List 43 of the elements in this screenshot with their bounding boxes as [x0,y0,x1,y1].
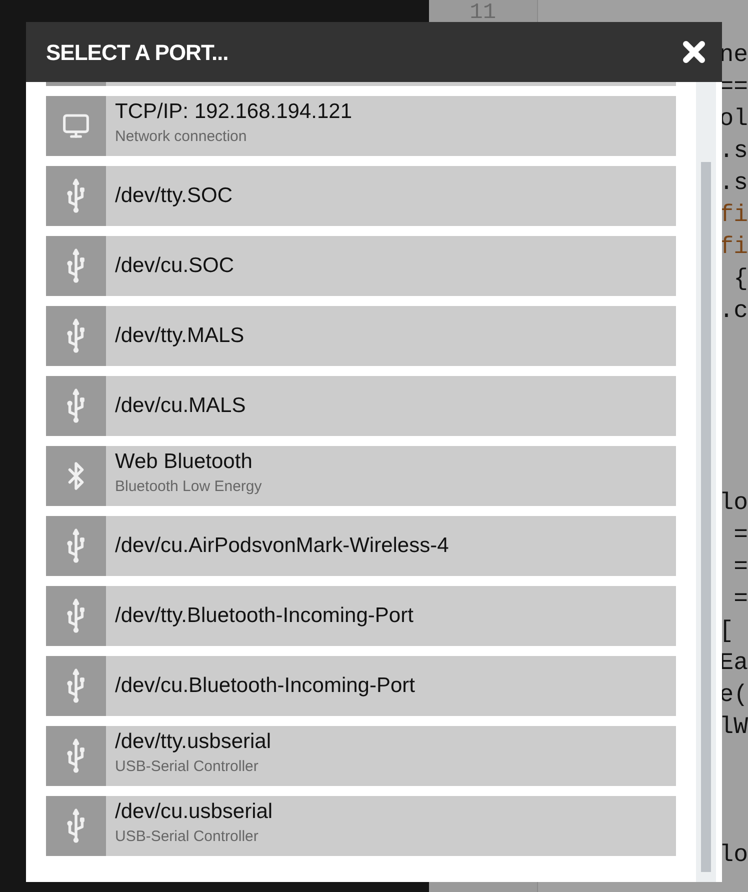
port-item[interactable]: /dev/cu.usbserial USB-Serial Controller [46,796,676,856]
port-description: USB-Serial Controller [115,827,260,847]
code-line: fi [719,201,748,231]
code-line: .c [719,297,748,327]
code-line: = [732,553,748,583]
port-description: Bluetooth Low Energy [115,477,263,497]
port-item[interactable]: TCP/IP: 192.168.194.121 Network connection [46,96,676,156]
port-name: /dev/cu.Bluetooth-Incoming-Port [115,673,416,699]
code-line: fi [719,233,748,263]
port-item[interactable]: /dev/tty.SOC [46,166,676,226]
port-item[interactable]: /dev/tty.usbserial USB-Serial Controller [46,726,676,786]
port-item[interactable]: /dev/tty.MALS [46,306,676,366]
code-line: .s [719,169,748,199]
port-name: TCP/IP: 192.168.194.121 [115,99,353,125]
code-line: = [732,521,748,551]
port-name: Web Bluetooth [115,449,254,475]
port-name: /dev/tty.SOC [115,183,234,209]
code-line: [ [719,617,735,647]
dialog-title: SELECT A PORT... [46,38,228,66]
code-line: { [732,265,748,295]
port-description: Network connection [115,127,248,147]
monitor-icon [62,112,90,140]
port-name: /dev/tty.Bluetooth-Incoming-Port [115,603,414,629]
code-line: = [732,585,748,615]
port-name: /dev/tty.usbserial [115,729,272,755]
port-item[interactable]: /dev/cu.Bluetooth-Incoming-Port [46,656,676,716]
port-item[interactable]: Web Bluetooth Bluetooth Low Energy [46,446,676,506]
port-item[interactable]: /dev/cu.MALS [46,376,676,436]
code-line: lW [719,713,748,743]
scrollbar-thumb[interactable] [701,162,711,872]
port-name: /dev/cu.AirPodsvonMark-Wireless-4 [115,533,450,559]
code-line: lo [719,489,748,519]
port-item[interactable]: /dev/tty.Bluetooth-Incoming-Port [46,586,676,646]
code-line: .s [719,137,748,167]
port-description: USB-Serial Controller [115,757,260,777]
code-line: lo [719,841,748,871]
port-name: /dev/cu.MALS [115,393,247,419]
port-item[interactable]: /dev/cu.SOC [46,236,676,296]
port-name: /dev/tty.MALS [115,323,246,349]
code-line: ne [719,41,748,71]
port-item[interactable]: /dev/cu.AirPodsvonMark-Wireless-4 [46,516,676,576]
port-name: /dev/cu.SOC [115,253,236,279]
port-name: /dev/cu.usbserial [115,799,274,825]
